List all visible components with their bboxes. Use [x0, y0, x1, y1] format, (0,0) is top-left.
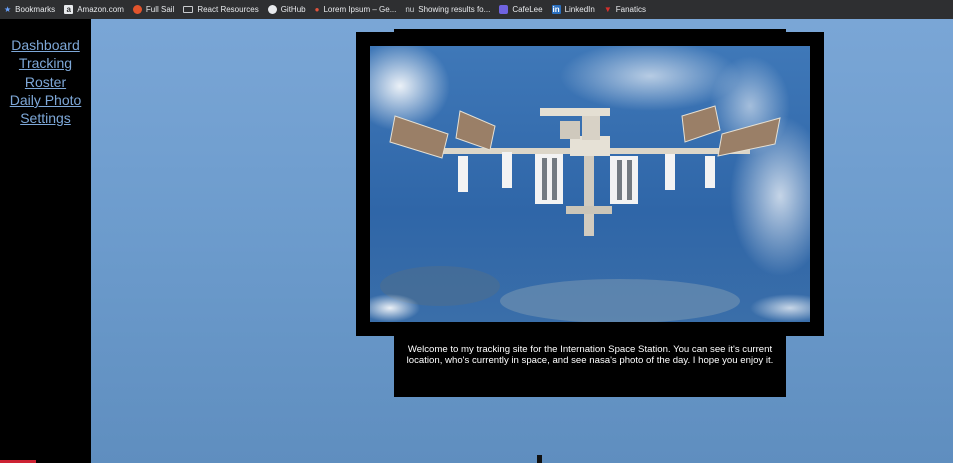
bookmark-label: React Resources [197, 5, 259, 14]
linkedin-icon: in [551, 5, 561, 14]
bookmark-showing-results[interactable]: nu Showing results fo... [405, 5, 490, 15]
nu-icon: nu [405, 4, 415, 14]
nav-link-tracking[interactable]: Tracking [0, 54, 91, 72]
fanatics-icon: ▼ [603, 4, 612, 14]
amazon-icon: a [64, 5, 74, 14]
iss-photo-graphic [370, 46, 810, 322]
bookmark-label: LinkedIn [564, 5, 595, 14]
nav-link-settings[interactable]: Settings [0, 109, 91, 127]
lorem-icon: ● [314, 4, 320, 14]
bookmark-label: CafeLee [512, 5, 543, 14]
bookmark-linkedin[interactable]: in LinkedIn [551, 5, 595, 14]
bookmark-lorem-ipsum[interactable]: ● Lorem Ipsum – Ge... [315, 5, 397, 15]
bookmark-fanatics[interactable]: ▼ Fanatics [604, 5, 646, 15]
nav-link-dashboard[interactable]: Dashboard [0, 36, 91, 54]
bookmark-bookmarks[interactable]: ★ Bookmarks [4, 5, 55, 15]
mouse-cursor [537, 455, 542, 463]
bookmark-label: Fanatics [615, 5, 646, 14]
bookmark-cafelee[interactable]: CafeLee [499, 5, 543, 14]
nav-link-daily-photo[interactable]: Daily Photo [0, 91, 91, 109]
bookmark-label: Showing results fo... [418, 5, 491, 14]
bookmark-amazon[interactable]: a Amazon.com [64, 5, 124, 14]
sidebar: Dashboard Tracking Roster Daily Photo Se… [0, 19, 91, 463]
bookmark-label: Lorem Ipsum – Ge... [323, 5, 397, 14]
sidebar-nav: Dashboard Tracking Roster Daily Photo Se… [0, 19, 91, 127]
nav-link-roster[interactable]: Roster [0, 73, 91, 91]
bookmark-label: GitHub [280, 5, 306, 14]
fullsail-icon [132, 5, 142, 14]
bookmark-label: Bookmarks [15, 5, 56, 14]
star-icon: ★ [4, 4, 12, 14]
cafelee-icon [499, 5, 509, 14]
bookmark-react-resources[interactable]: React Resources [183, 5, 259, 14]
bookmark-label: Full Sail [145, 5, 175, 14]
bookmark-full-sail[interactable]: Full Sail [132, 5, 175, 14]
bookmark-label: Amazon.com [77, 5, 124, 14]
folder-icon [183, 6, 194, 13]
iss-photo [370, 46, 810, 322]
bookmarks-bar: ★ Bookmarks a Amazon.com Full Sail React… [0, 0, 953, 19]
welcome-caption: Welcome to my tracking site for the Inte… [406, 344, 774, 366]
bookmark-github[interactable]: GitHub [267, 5, 306, 14]
github-icon [267, 5, 277, 14]
